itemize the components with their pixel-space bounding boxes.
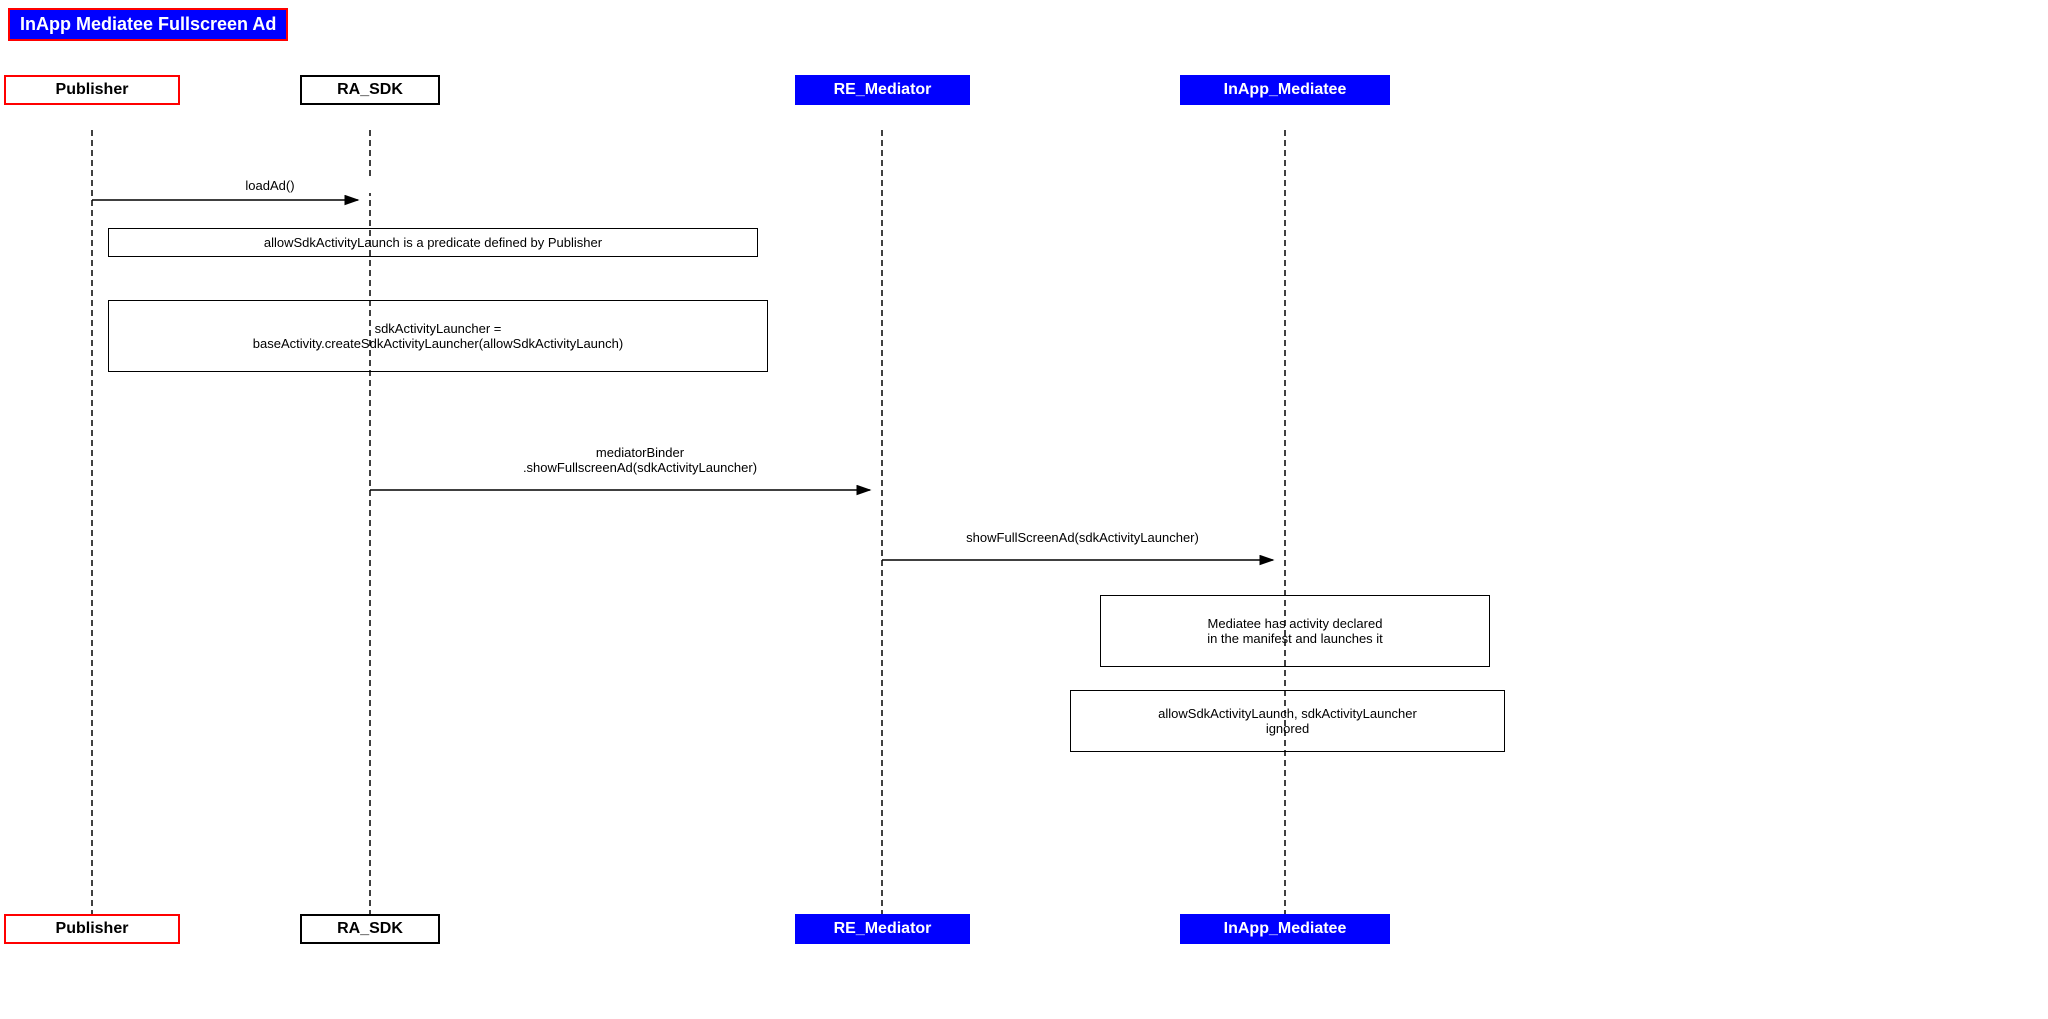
note-allow-sdk: allowSdkActivityLaunch is a predicate de…: [108, 228, 758, 257]
note-mediatee-activity: Mediatee has activity declared in the ma…: [1100, 595, 1490, 667]
label-load-ad: loadAd(): [160, 178, 380, 193]
diagram-title: InApp Mediatee Fullscreen Ad: [8, 8, 288, 41]
diagram-svg: [0, 0, 2048, 1019]
participant-publisher-bot: Publisher: [4, 914, 180, 944]
note-sdk-activity: sdkActivityLauncher = baseActivity.creat…: [108, 300, 768, 372]
label-show-fullscreen: showFullScreenAd(sdkActivityLauncher): [890, 530, 1275, 545]
participant-publisher-top: Publisher: [4, 75, 180, 105]
participant-ra-sdk-bot: RA_SDK: [300, 914, 440, 944]
participant-inapp-mediatee-bot: InApp_Mediatee: [1180, 914, 1390, 944]
participant-re-mediator-top: RE_Mediator: [795, 75, 970, 105]
participant-inapp-mediatee-top: InApp_Mediatee: [1180, 75, 1390, 105]
participant-ra-sdk-top: RA_SDK: [300, 75, 440, 105]
note-allow-sdk-ignored: allowSdkActivityLaunch, sdkActivityLaunc…: [1070, 690, 1505, 752]
participant-re-mediator-bot: RE_Mediator: [795, 914, 970, 944]
diagram-container: InApp Mediatee Fullscreen Ad Publisher R…: [0, 0, 2048, 1019]
label-mediator-binder: mediatorBinder .showFullscreenAd(sdkActi…: [430, 445, 850, 475]
